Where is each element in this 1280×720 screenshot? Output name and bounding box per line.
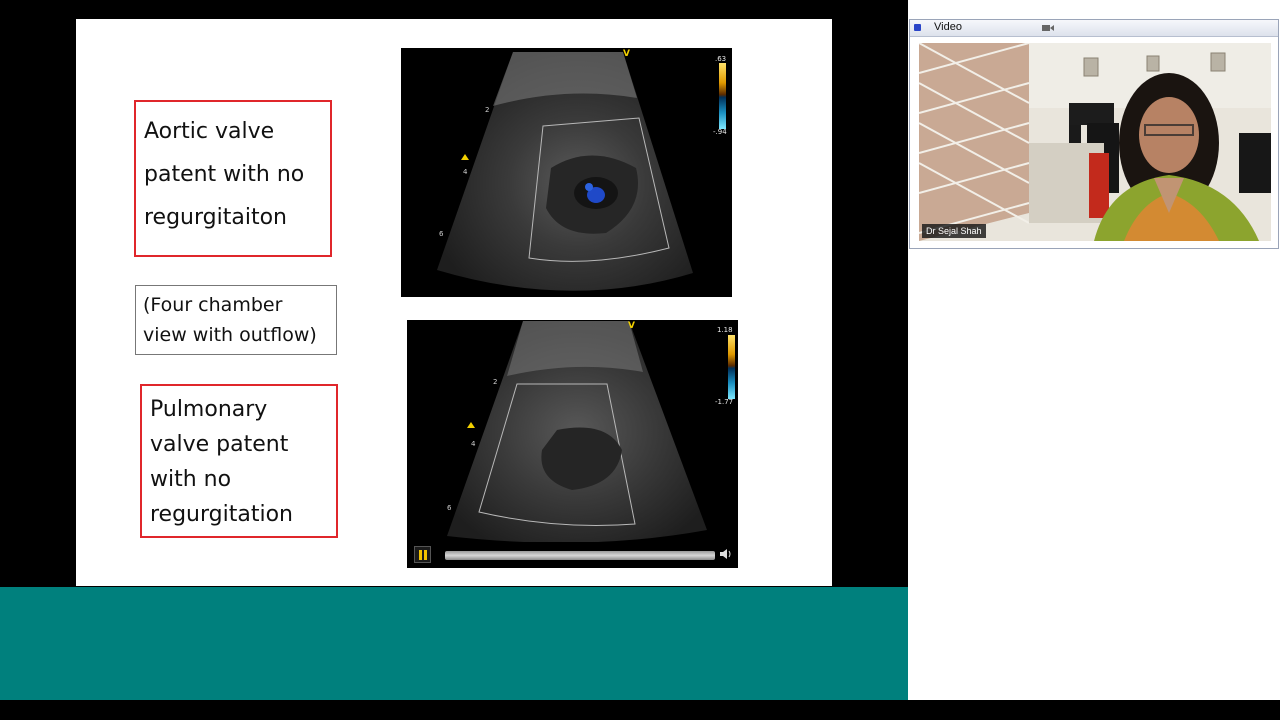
camera-icon[interactable] (1042, 24, 1054, 32)
teal-footer-bar (0, 587, 908, 700)
probe-marker-top: V (623, 49, 630, 59)
ultrasound-video-bottom[interactable]: 2 4 6 V 1.18 -1.77 (407, 320, 738, 568)
scale-bottom-value: -.94 (713, 128, 727, 136)
aortic-valve-text: Aortic valve patent with no regurgitaito… (144, 119, 305, 230)
svg-text:6: 6 (447, 504, 452, 512)
webcam-scene (919, 43, 1271, 241)
video-window[interactable]: Video Dr Sejal Shah (909, 19, 1279, 249)
pulmonary-valve-box: Pulmonary valve patent with no regurgita… (140, 384, 338, 538)
pause-button[interactable] (414, 546, 431, 563)
aortic-valve-box: Aortic valve patent with no regurgitaito… (134, 100, 332, 257)
video-window-title: Video (934, 21, 962, 33)
ultrasound-scan-bottom: 2 4 6 (447, 321, 707, 542)
color-scale-top (719, 63, 726, 129)
ultrasound-image-top: 2 4 6 V .63 -.94 (401, 48, 732, 297)
color-scale-bottom (728, 335, 735, 399)
scale-top-value: 1.18 (717, 326, 733, 334)
svg-text:2: 2 (485, 106, 489, 114)
svg-text:6: 6 (439, 230, 444, 238)
bottom-strip (0, 700, 1280, 720)
participant-video: Dr Sejal Shah (919, 43, 1271, 241)
seek-bar[interactable] (445, 551, 715, 560)
speaker-icon (720, 549, 731, 559)
video-player-controls (407, 542, 738, 568)
svg-text:4: 4 (463, 168, 468, 176)
volume-button[interactable] (719, 547, 733, 561)
view-caption-text: (Four chamber view with outflow) (143, 294, 317, 346)
view-caption-box: (Four chamber view with outflow) (135, 285, 337, 355)
video-window-titlebar[interactable]: Video (910, 20, 1278, 37)
ultrasound-scan-top: 2 4 6 (437, 52, 693, 291)
probe-marker-bottom: V (628, 321, 635, 331)
window-icon (914, 24, 921, 31)
svg-text:4: 4 (471, 440, 476, 448)
slide: Aortic valve patent with no regurgitaito… (76, 19, 832, 586)
participant-name-tag: Dr Sejal Shah (922, 224, 986, 238)
scale-top-value: .63 (715, 55, 727, 63)
scale-bottom-value: -1.77 (715, 398, 734, 406)
svg-text:2: 2 (493, 378, 497, 386)
pulmonary-valve-text: Pulmonary valve patent with no regurgita… (150, 397, 293, 527)
